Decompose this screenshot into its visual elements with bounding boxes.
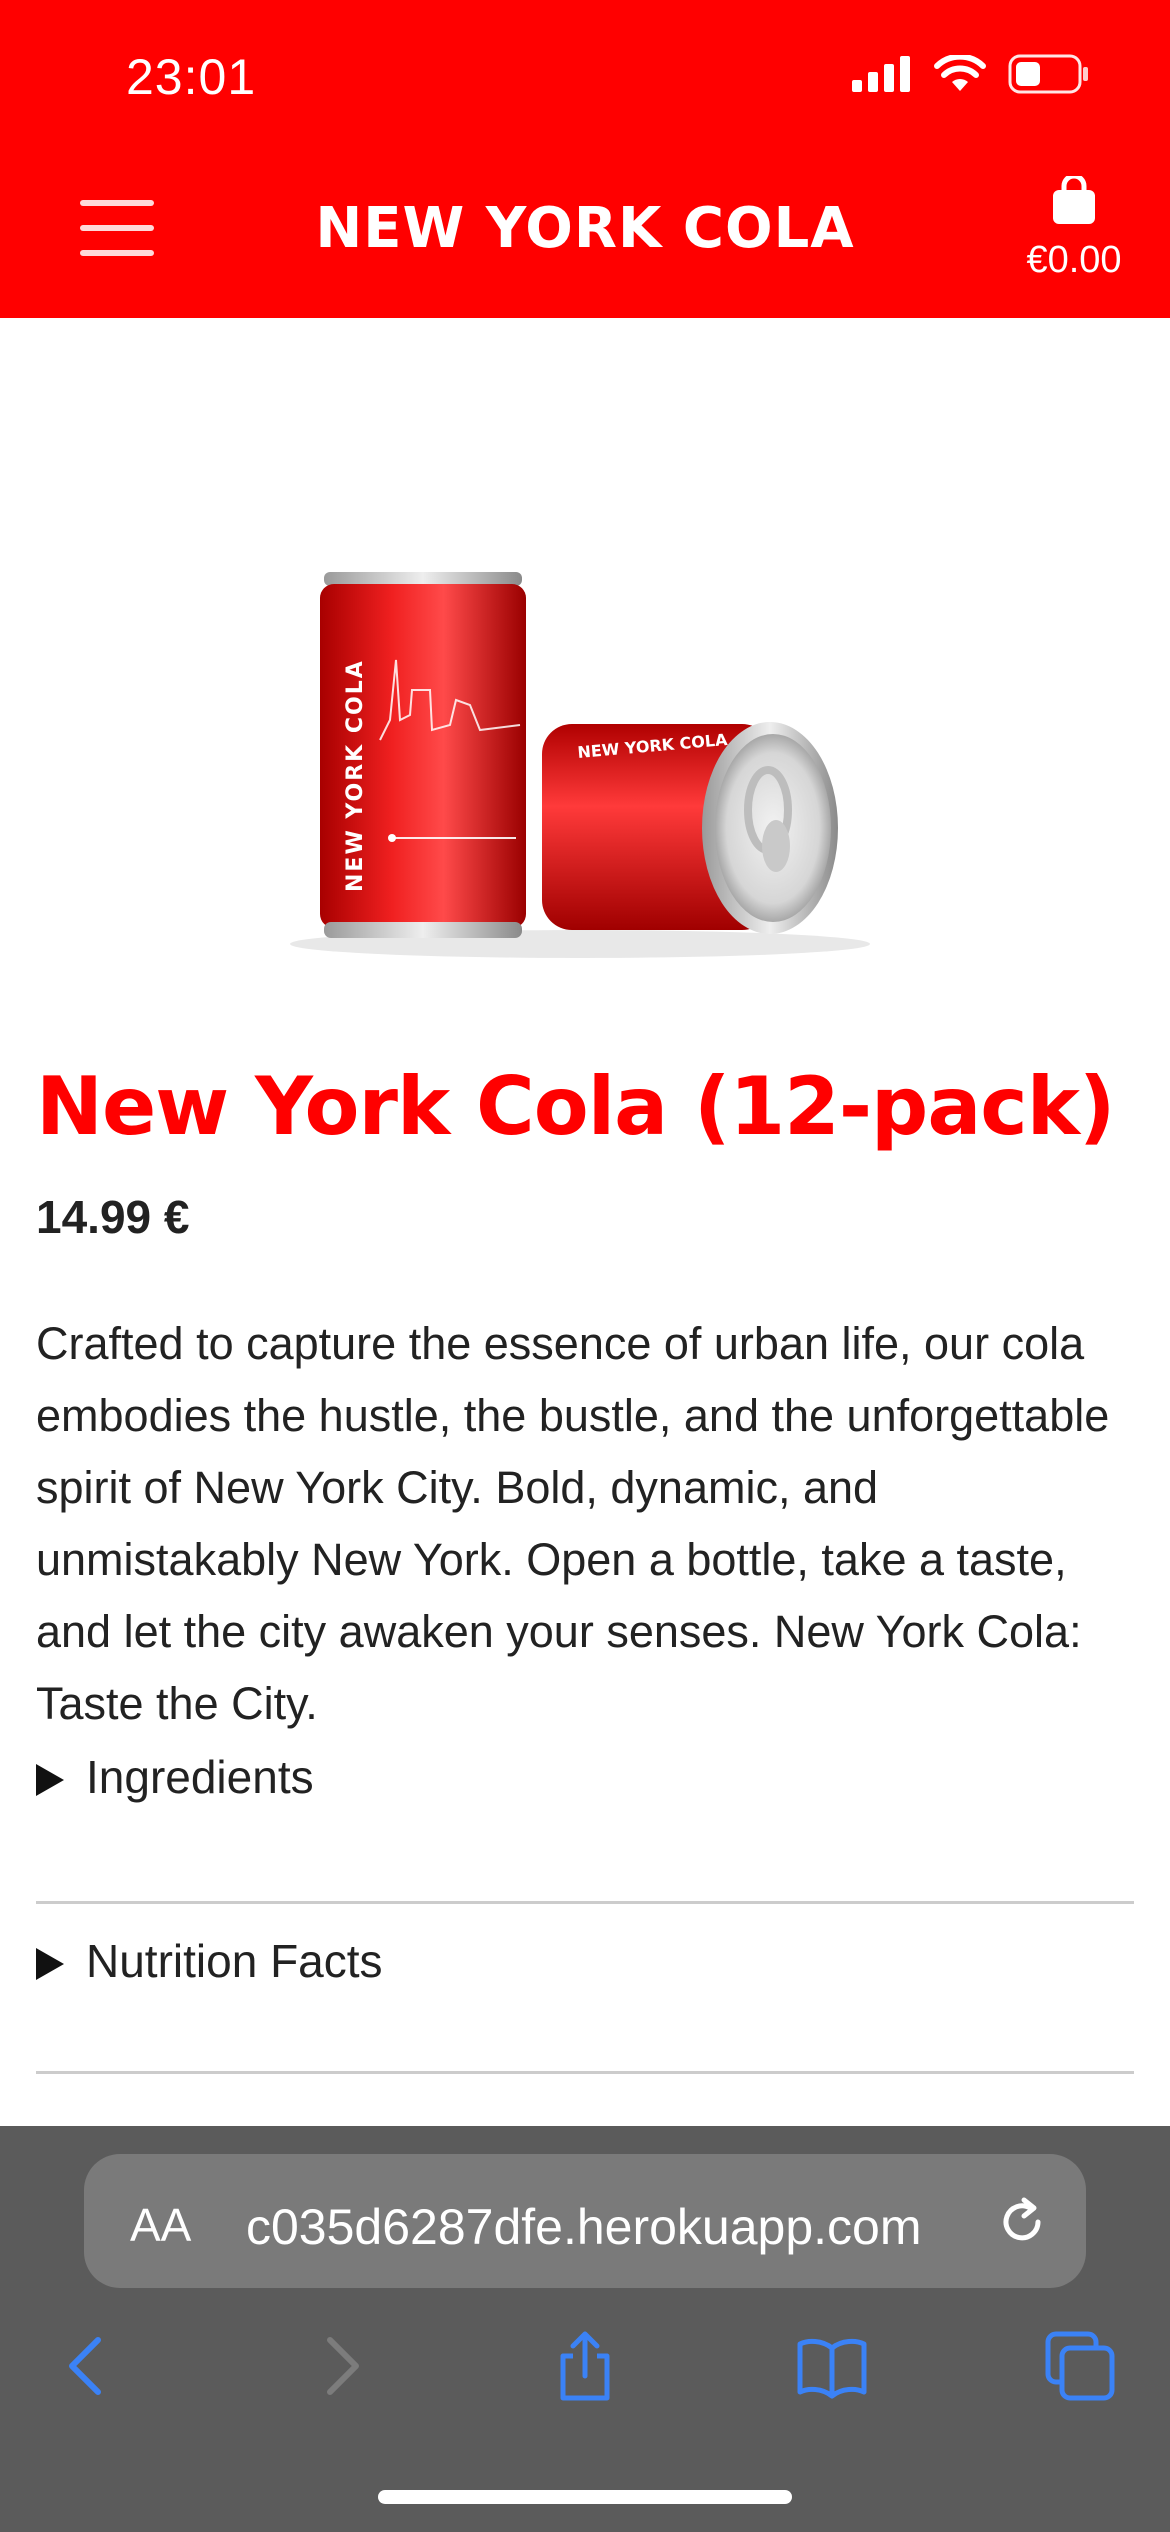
product-price: 14.99 €	[36, 1191, 190, 1243]
nutrition-facts-disclosure[interactable]: Nutrition Facts	[36, 1904, 1134, 2074]
nutrition-facts-label: Nutrition Facts	[86, 1935, 383, 1987]
lying-can: NEW YORK COLA	[542, 722, 838, 934]
disclosure-triangle-icon	[36, 1948, 64, 1980]
share-icon[interactable]	[545, 2326, 625, 2406]
forward-icon[interactable]	[300, 2326, 380, 2406]
status-icons	[852, 54, 1090, 94]
upright-can: NEW YORK COLA	[320, 572, 526, 938]
status-time: 23:01	[126, 49, 257, 105]
battery-icon	[1008, 54, 1088, 94]
ingredients-disclosure[interactable]: Ingredients	[36, 1734, 1134, 1904]
upright-can-label: NEW YORK COLA	[343, 659, 368, 892]
brand-title[interactable]: NEW YORK COLA	[0, 196, 1170, 261]
shopping-bag-icon	[1053, 173, 1095, 224]
app-header: 23:01 NEW YORK COLA €0.00	[0, 0, 1170, 318]
reader-settings-button[interactable]: AA	[130, 2198, 191, 2252]
address-bar[interactable]: AA c035d6287dfe.herokuapp.com	[84, 2154, 1086, 2288]
home-indicator[interactable]	[378, 2490, 792, 2504]
back-icon[interactable]	[48, 2326, 128, 2406]
bookmarks-icon[interactable]	[792, 2326, 872, 2406]
tabs-icon[interactable]	[1040, 2326, 1120, 2406]
ingredients-label: Ingredients	[86, 1751, 314, 1803]
wifi-icon	[934, 55, 986, 91]
cart-button[interactable]: €0.00	[1014, 173, 1134, 282]
browser-toolbar: AA c035d6287dfe.herokuapp.com	[0, 2126, 1170, 2532]
product-image: NEW YORK COLA NEW YORK COLA	[290, 572, 870, 958]
reload-icon[interactable]	[994, 2194, 1050, 2250]
url-text[interactable]: c035d6287dfe.herokuapp.com	[246, 2198, 1006, 2256]
signal-icon	[852, 56, 910, 92]
cart-total: €0.00	[1026, 239, 1122, 281]
disclosure-triangle-icon	[36, 1764, 64, 1796]
product-title: New York Cola (12-pack)	[36, 1060, 1115, 1153]
product-description: Crafted to capture the essence of urban …	[36, 1318, 1110, 1729]
